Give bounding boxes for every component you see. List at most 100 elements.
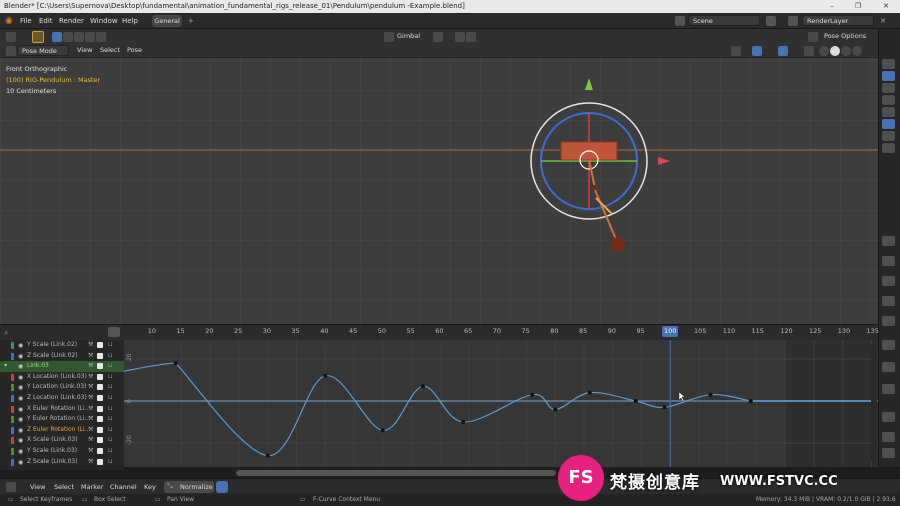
search-icon[interactable]: ⌕: [4, 328, 8, 338]
horizontal-scrollbar[interactable]: [236, 470, 556, 476]
lock-icon[interactable]: ⊔: [108, 382, 113, 393]
render-layer-icon[interactable]: [788, 16, 798, 26]
graph-menu-channel[interactable]: Channel: [110, 482, 137, 493]
scene-selector[interactable]: Scene: [688, 15, 760, 26]
menu-help[interactable]: Help: [122, 13, 138, 29]
modifier-wrench-icon[interactable]: ⚒: [88, 372, 93, 383]
lock-icon[interactable]: ⊔: [108, 446, 113, 457]
view-all-icon[interactable]: [108, 327, 120, 337]
mute-checkbox[interactable]: [97, 342, 103, 348]
orientation-dropdown[interactable]: Gimbal: [397, 31, 420, 42]
modifier-wrench-icon[interactable]: ⚒: [88, 435, 93, 446]
render-properties-icon[interactable]: [882, 59, 895, 69]
channel-row[interactable]: ◉ Y Location (Link.03) ⚒ ⊔: [0, 382, 124, 393]
bone-tab-icon[interactable]: [882, 256, 895, 266]
select-invert-icon[interactable]: [85, 32, 95, 42]
gizmo-icon[interactable]: [752, 46, 762, 56]
modifier-wrench-icon[interactable]: ⚒: [88, 340, 93, 351]
particle-properties-icon[interactable]: [882, 143, 895, 153]
lock-icon[interactable]: ⊔: [108, 425, 113, 436]
channel-row[interactable]: ◉ Z Location (Link.03) ⚒ ⊔: [0, 393, 124, 404]
select-intersect-icon[interactable]: [96, 32, 106, 42]
graph-menu-view[interactable]: View: [30, 482, 45, 493]
mute-checkbox[interactable]: [97, 416, 103, 423]
lock-icon[interactable]: ⊔: [108, 351, 113, 362]
mute-checkbox[interactable]: [97, 458, 103, 465]
graph-menu-key[interactable]: Key: [144, 482, 156, 493]
mute-checkbox[interactable]: [97, 405, 103, 412]
channel-row[interactable]: ◉ Z Scale (Link.03) ⚒ ⊔: [0, 457, 124, 468]
scene-icon[interactable]: [675, 16, 685, 26]
modifier-wrench-icon[interactable]: ⚒: [88, 393, 93, 404]
view-layer-icon[interactable]: [882, 83, 895, 93]
close-icon[interactable]: ✕: [876, 0, 896, 13]
mute-checkbox[interactable]: [97, 448, 103, 454]
shading-wireframe-icon[interactable]: [819, 46, 829, 56]
lock-icon[interactable]: ⊔: [108, 414, 113, 425]
visibility-eye-icon[interactable]: ◉: [18, 458, 23, 469]
channel-row[interactable]: ◉ Y Euler Rotation (Li... ⚒ ⊔: [0, 414, 124, 425]
options-icon[interactable]: [808, 32, 818, 42]
lock-icon[interactable]: ⊔: [108, 435, 113, 446]
pose-mode-icon[interactable]: [6, 46, 16, 56]
3d-viewport[interactable]: [0, 58, 878, 324]
orientation-icon[interactable]: [384, 32, 394, 42]
shading-solid-icon[interactable]: [830, 46, 840, 56]
render-layer-selector[interactable]: RenderLayer: [802, 15, 874, 26]
armature-tab-icon[interactable]: [882, 432, 895, 442]
menu-render[interactable]: Render: [59, 13, 84, 29]
modifier-wrench-icon[interactable]: ⚒: [88, 457, 93, 468]
current-frame-indicator[interactable]: 100: [662, 326, 679, 337]
graph-editor-type-icon[interactable]: [6, 482, 16, 492]
maximize-icon[interactable]: ❐: [848, 0, 868, 13]
view-tab-icon[interactable]: [882, 276, 895, 286]
shading-rendered-icon[interactable]: [852, 46, 862, 56]
blender-logo-icon[interactable]: ◉: [5, 16, 13, 26]
mute-checkbox[interactable]: [97, 437, 103, 444]
modifier-wrench-icon[interactable]: ⚒: [88, 446, 93, 457]
lock-icon[interactable]: ⊔: [108, 361, 113, 372]
minimize-icon[interactable]: –: [822, 0, 842, 13]
editor-type-icon[interactable]: [6, 32, 16, 42]
modifier-wrench-icon[interactable]: ⚒: [88, 382, 93, 393]
xray-icon[interactable]: [804, 46, 814, 56]
mute-checkbox[interactable]: [97, 363, 103, 370]
output-properties-icon[interactable]: [882, 71, 895, 81]
tool-tab-icon[interactable]: [882, 236, 895, 246]
world-properties-icon[interactable]: [882, 107, 895, 117]
overlay-icon[interactable]: [778, 46, 788, 56]
select-tool-icon[interactable]: [32, 31, 44, 43]
copy-scene-icon[interactable]: [766, 16, 776, 26]
lock-icon[interactable]: ⊔: [108, 340, 113, 351]
channel-row[interactable]: ◉ X Scale (Link.03) ⚒ ⊔: [0, 435, 124, 446]
lock-icon[interactable]: ⊔: [108, 404, 113, 415]
lock-icon[interactable]: ⊔: [108, 393, 113, 404]
select-subtract-icon[interactable]: [74, 32, 84, 42]
texture-tab-icon[interactable]: [882, 384, 895, 394]
expand-arrow-icon[interactable]: ▾: [4, 361, 7, 369]
mode-selector[interactable]: Pose Mode: [17, 45, 69, 56]
item-tab-icon[interactable]: [882, 296, 895, 306]
snap-target-icon[interactable]: [466, 32, 476, 42]
modifier-wrench-icon[interactable]: ⚒: [88, 425, 93, 436]
data-tab-icon[interactable]: [882, 362, 895, 372]
mute-checkbox[interactable]: [97, 395, 103, 401]
menu-pose[interactable]: Pose: [127, 45, 142, 56]
channel-group[interactable]: ▾ ◉ Link.03 ⚒ ⊔: [0, 361, 124, 372]
menu-file[interactable]: File: [20, 13, 32, 29]
auto-normalize-icon[interactable]: [216, 481, 228, 493]
snap-icon[interactable]: [455, 32, 465, 42]
menu-window[interactable]: Window: [90, 13, 118, 29]
mute-checkbox[interactable]: [97, 352, 103, 359]
graph-menu-select[interactable]: Select: [54, 482, 74, 493]
modifier-wrench-icon[interactable]: ⚒: [88, 404, 93, 415]
shader-tab-icon[interactable]: [882, 412, 895, 422]
pivot-icon[interactable]: [433, 32, 443, 42]
add-workspace-icon[interactable]: +: [188, 13, 194, 29]
graph-menu-marker[interactable]: Marker: [81, 482, 103, 493]
physics-tab-icon[interactable]: [882, 340, 895, 350]
mute-checkbox[interactable]: [97, 373, 103, 380]
channel-row[interactable]: ◉ Y Scale (Link.03) ⚒ ⊔: [0, 446, 124, 457]
channel-row[interactable]: ◉ X Location (Link.03) ⚒ ⊔: [0, 372, 124, 383]
object-properties-icon[interactable]: [882, 119, 895, 129]
